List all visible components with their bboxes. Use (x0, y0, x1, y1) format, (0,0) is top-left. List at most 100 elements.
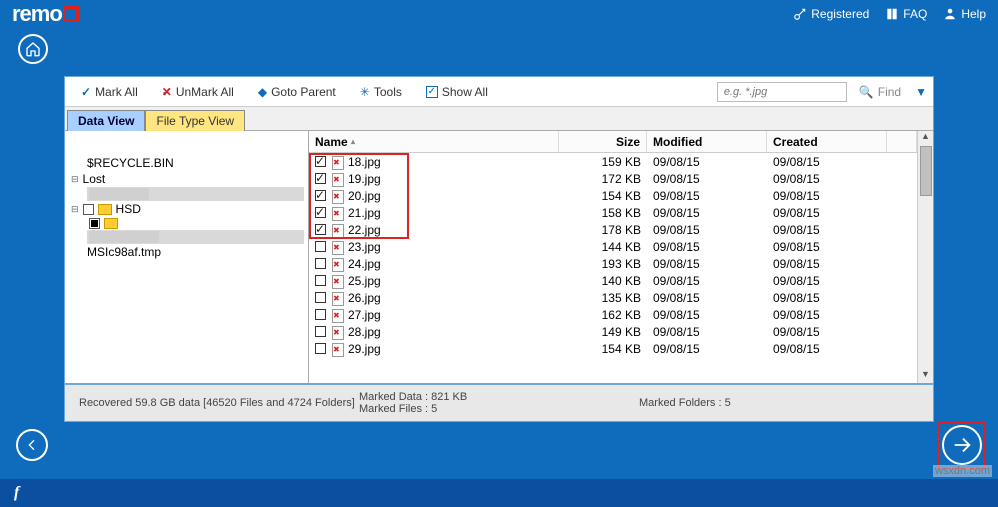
status-recovered: Recovered 59.8 GB data [46520 Files and … (79, 397, 359, 409)
file-row[interactable]: 25.jpg140 KB09/08/1509/08/15 (309, 272, 917, 289)
tree-item-hsd[interactable]: ⊟ HSD (69, 201, 304, 217)
find-button[interactable]: 🔍 Find (859, 85, 901, 99)
file-icon (330, 172, 344, 186)
file-row[interactable]: 20.jpg154 KB09/08/1509/08/15 (309, 187, 917, 204)
view-tabs: Data View File Type View (65, 107, 933, 131)
find-dropdown-icon[interactable]: ▼ (915, 85, 927, 99)
file-modified: 09/08/15 (647, 342, 767, 356)
file-name: 18.jpg (348, 155, 381, 169)
brand-logo: remo (12, 1, 79, 27)
row-checkbox[interactable] (315, 292, 326, 303)
tree-item-hsd-sub[interactable] (87, 217, 304, 230)
file-size: 158 KB (559, 206, 647, 220)
uncheck-icon: ✓✕ (162, 85, 172, 99)
file-size: 193 KB (559, 257, 647, 271)
vertical-scrollbar[interactable]: ▲ ▼ (917, 131, 933, 383)
file-icon (330, 257, 344, 271)
file-row[interactable]: 21.jpg158 KB09/08/1509/08/15 (309, 204, 917, 221)
file-size: 172 KB (559, 172, 647, 186)
user-icon (943, 7, 957, 21)
mark-all-button[interactable]: ✓ Mark All (71, 77, 148, 106)
col-name[interactable]: Name ▴ (309, 131, 559, 152)
row-checkbox[interactable] (315, 275, 326, 286)
file-row[interactable]: 22.jpg178 KB09/08/1509/08/15 (309, 221, 917, 238)
row-checkbox[interactable] (315, 326, 326, 337)
facebook-icon[interactable]: f (14, 484, 19, 502)
row-checkbox[interactable] (315, 207, 326, 218)
file-row[interactable]: 19.jpg172 KB09/08/1509/08/15 (309, 170, 917, 187)
row-checkbox[interactable] (315, 258, 326, 269)
col-created[interactable]: Created (767, 131, 887, 152)
checkbox-icon: ✓ (426, 86, 438, 98)
col-modified[interactable]: Modified (647, 131, 767, 152)
unmark-all-label: UnMark All (176, 85, 234, 99)
tab-file-type-view[interactable]: File Type View (145, 110, 245, 131)
goto-parent-button[interactable]: ◆ Goto Parent (248, 77, 346, 106)
tree-checkbox[interactable] (83, 204, 94, 215)
next-button[interactable] (942, 425, 982, 465)
scroll-down-icon[interactable]: ▼ (919, 369, 933, 383)
file-row[interactable]: 27.jpg162 KB09/08/1509/08/15 (309, 306, 917, 323)
status-bar: Recovered 59.8 GB data [46520 Files and … (64, 384, 934, 422)
help-action[interactable]: Help (943, 7, 986, 21)
file-row[interactable]: 24.jpg193 KB09/08/1509/08/15 (309, 255, 917, 272)
row-checkbox[interactable] (315, 156, 326, 167)
row-checkbox[interactable] (315, 190, 326, 201)
row-checkbox[interactable] (315, 343, 326, 354)
tree-label: HSD (116, 202, 141, 216)
attribution: wsxdn.com (933, 465, 992, 477)
arrow-up-icon: ◆ (258, 85, 267, 99)
search-input[interactable] (717, 82, 847, 102)
goto-parent-label: Goto Parent (271, 85, 336, 99)
file-created: 09/08/15 (767, 189, 887, 203)
file-created: 09/08/15 (767, 155, 887, 169)
back-button[interactable] (16, 429, 48, 461)
tree-item-lost-sub[interactable] (87, 187, 304, 201)
show-all-button[interactable]: ✓ Show All (416, 77, 498, 106)
file-modified: 09/08/15 (647, 274, 767, 288)
file-created: 09/08/15 (767, 257, 887, 271)
row-checkbox[interactable] (315, 224, 326, 235)
unmark-all-button[interactable]: ✓✕ UnMark All (152, 77, 244, 106)
top-bar: remo Registered FAQ Help (0, 0, 998, 28)
row-checkbox[interactable] (315, 241, 326, 252)
folder-icon (98, 204, 112, 215)
row-checkbox[interactable] (315, 173, 326, 184)
tab-data-view[interactable]: Data View (67, 110, 145, 131)
col-size[interactable]: Size (559, 131, 647, 152)
faq-action[interactable]: FAQ (885, 7, 927, 21)
tree-item-hsd-sub2[interactable] (87, 230, 304, 244)
file-name: 24.jpg (348, 257, 381, 271)
home-button[interactable] (18, 34, 48, 64)
file-name: 27.jpg (348, 308, 381, 322)
file-name: 23.jpg (348, 240, 381, 254)
search-icon: 🔍 (859, 85, 874, 99)
faq-label: FAQ (903, 7, 927, 21)
file-row[interactable]: 29.jpg154 KB09/08/1509/08/15 (309, 340, 917, 357)
expander-icon[interactable]: ⊟ (71, 174, 79, 185)
tree-item-lost[interactable]: ⊟ Lost (69, 171, 304, 187)
file-row[interactable]: 23.jpg144 KB09/08/1509/08/15 (309, 238, 917, 255)
file-name: 29.jpg (348, 342, 381, 356)
tree-checkbox[interactable] (89, 218, 100, 229)
file-row[interactable]: 26.jpg135 KB09/08/1509/08/15 (309, 289, 917, 306)
tree-item-recycle[interactable]: $RECYCLE.BIN (69, 155, 304, 171)
file-size: 149 KB (559, 325, 647, 339)
scroll-up-icon[interactable]: ▲ (919, 131, 933, 145)
key-icon (793, 7, 807, 21)
file-row[interactable]: 18.jpg159 KB09/08/1509/08/15 (309, 153, 917, 170)
gear-icon: ✳ (360, 85, 370, 99)
registered-action[interactable]: Registered (793, 7, 869, 21)
file-row[interactable]: 28.jpg149 KB09/08/1509/08/15 (309, 323, 917, 340)
grid-body[interactable]: 18.jpg159 KB09/08/1509/08/1519.jpg172 KB… (309, 153, 917, 383)
tree-item-msic[interactable]: MSIc98af.tmp (69, 244, 304, 260)
scroll-thumb[interactable] (920, 146, 932, 196)
row-checkbox[interactable] (315, 309, 326, 320)
folder-tree[interactable]: $RECYCLE.BIN ⊟ Lost ⊟ HSD (65, 131, 309, 383)
tools-button[interactable]: ✳ Tools (350, 77, 412, 106)
expander-icon[interactable]: ⊟ (71, 204, 79, 215)
footer-bar: f (0, 479, 998, 507)
file-icon (330, 223, 344, 237)
sort-icon: ▴ (351, 137, 355, 146)
tree-label: Lost (83, 172, 106, 186)
